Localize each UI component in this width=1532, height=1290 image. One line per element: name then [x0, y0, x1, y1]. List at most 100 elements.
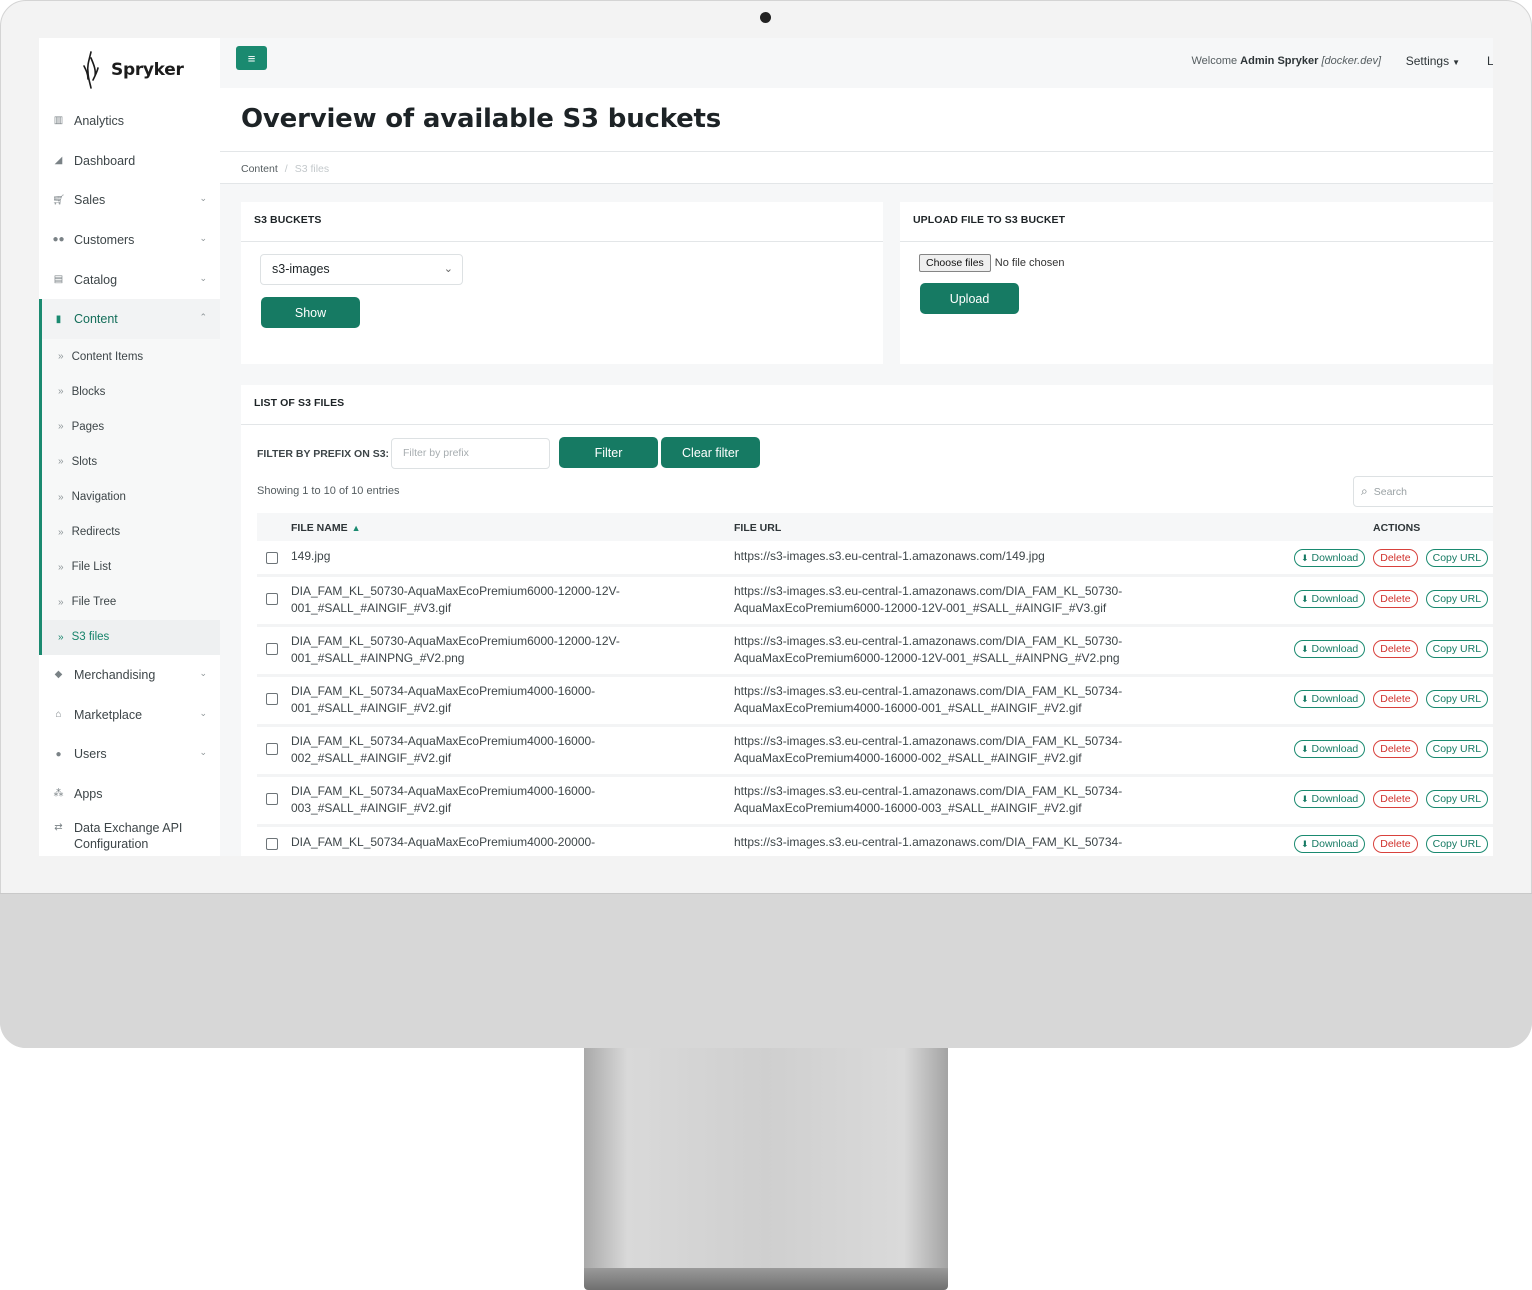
- row-checkbox[interactable]: [266, 693, 278, 705]
- sidebar-item-merchandising[interactable]: ◆ Merchandising ⌄: [39, 655, 220, 695]
- copy-url-button[interactable]: Copy URL: [1425, 640, 1489, 658]
- table-search-input[interactable]: ⌕ Search: [1353, 476, 1493, 507]
- sidebar-item-dashboard[interactable]: ◢ Dashboard: [39, 141, 220, 181]
- upload-button[interactable]: Upload: [920, 283, 1019, 314]
- download-button[interactable]: ⬇ Download: [1294, 590, 1366, 608]
- double-chevron-icon: »: [58, 491, 64, 503]
- row-checkbox[interactable]: [266, 593, 278, 605]
- settings-dropdown[interactable]: Settings ▼: [1406, 54, 1460, 68]
- row-checkbox[interactable]: [266, 743, 278, 755]
- sidebar-item-label: Data Exchange API Configuration: [74, 820, 183, 851]
- download-icon: ⬇: [1301, 743, 1309, 754]
- download-icon: ⬇: [1301, 552, 1309, 563]
- clear-filter-button[interactable]: Clear filter: [661, 437, 760, 468]
- table-row: DIA_FAM_KL_50730-AquaMaxEcoPremium6000-1…: [257, 577, 1493, 627]
- sidebar-item-customers[interactable]: ●● Customers ⌄: [39, 220, 220, 260]
- file-name-line: 001_#SALL_#AINGIF_#V2.gif: [291, 700, 452, 715]
- logout-link[interactable]: L: [1487, 54, 1493, 68]
- delete-button[interactable]: Delete: [1373, 690, 1418, 708]
- download-button-label: Download: [1311, 552, 1359, 564]
- file-url-cell[interactable]: https://s3-images.s3.eu-central-1.amazon…: [734, 683, 1194, 716]
- file-name-line: DIA_FAM_KL_50730-AquaMaxEcoPremium6000-1…: [291, 584, 620, 598]
- col-file-name[interactable]: FILE NAME ▲: [291, 522, 361, 534]
- filter-button[interactable]: Filter: [559, 437, 658, 468]
- download-button[interactable]: ⬇ Download: [1294, 549, 1366, 567]
- apps-icon: ⁂: [53, 788, 64, 800]
- sidebar-subitem-file-list[interactable]: » File List: [42, 550, 220, 585]
- copy-url-button[interactable]: Copy URL: [1425, 740, 1489, 758]
- delete-button[interactable]: Delete: [1373, 835, 1418, 853]
- sidebar-item-users[interactable]: ● Users ⌄: [39, 734, 220, 774]
- sidebar-item-data-exchange[interactable]: ⇄ Data Exchange API Configuration: [39, 814, 220, 856]
- download-button[interactable]: ⬇ Download: [1294, 835, 1366, 853]
- file-url-cell[interactable]: https://s3-images.s3.eu-central-1.amazon…: [734, 633, 1194, 666]
- sidebar-subitem-navigation[interactable]: » Navigation: [42, 480, 220, 515]
- bank-icon: ⌂: [55, 709, 62, 720]
- sidebar-item-catalog[interactable]: ▤ Catalog ⌄: [39, 260, 220, 300]
- copy-url-button[interactable]: Copy URL: [1425, 590, 1489, 608]
- filter-prefix-input[interactable]: Filter by prefix: [391, 438, 550, 469]
- hamburger-icon: ≡: [247, 50, 256, 66]
- sidebar-subitem-s3-files[interactable]: » S3 files: [42, 619, 220, 655]
- delete-button[interactable]: Delete: [1373, 640, 1418, 658]
- delete-button[interactable]: Delete: [1373, 549, 1418, 567]
- sidebar-subitem-content-items[interactable]: » Content Items: [42, 339, 220, 374]
- row-checkbox[interactable]: [266, 838, 278, 850]
- download-button-label: Download: [1311, 743, 1359, 755]
- delete-button[interactable]: Delete: [1373, 790, 1418, 808]
- file-url-cell[interactable]: https://s3-images.s3.eu-central-1.amazon…: [734, 548, 1194, 565]
- breadcrumb-content[interactable]: Content: [241, 163, 278, 175]
- row-checkbox[interactable]: [266, 793, 278, 805]
- file-url-cell[interactable]: https://s3-images.s3.eu-central-1.amazon…: [734, 783, 1194, 816]
- copy-url-button[interactable]: Copy URL: [1425, 790, 1489, 808]
- file-url-cell[interactable]: https://s3-images.s3.eu-central-1.amazon…: [734, 834, 1194, 851]
- download-button[interactable]: ⬇ Download: [1294, 640, 1366, 658]
- sidebar-item-label: Apps: [74, 786, 103, 801]
- row-checkbox[interactable]: [266, 643, 278, 655]
- sidebar-item-apps[interactable]: ⁂ Apps: [39, 774, 220, 814]
- sidebar-subitem-slots[interactable]: » Slots: [42, 444, 220, 479]
- sidebar-subitem-redirects[interactable]: » Redirects: [42, 515, 220, 550]
- file-input[interactable]: Choose files No file chosen: [919, 254, 1065, 272]
- copy-url-button[interactable]: Copy URL: [1425, 549, 1489, 567]
- download-icon: ⬇: [1301, 793, 1309, 804]
- file-name-line: DIA_FAM_KL_50730-AquaMaxEcoPremium6000-1…: [291, 634, 620, 648]
- show-button[interactable]: Show: [261, 297, 360, 328]
- delete-button[interactable]: Delete: [1373, 740, 1418, 758]
- download-button[interactable]: ⬇ Download: [1294, 690, 1366, 708]
- download-button[interactable]: ⬇ Download: [1294, 740, 1366, 758]
- row-checkbox[interactable]: [266, 552, 278, 564]
- file-name-line: 001_#SALL_#AINPNG_#V2.png: [291, 650, 465, 665]
- sidebar-item-analytics[interactable]: ▥ Analytics: [39, 101, 220, 141]
- sidebar-nav: ▥ Analytics ◢ Dashboard 🛒︎ Sales ⌄ ●● Cu…: [39, 101, 220, 856]
- chevron-up-icon: ⌃: [199, 312, 207, 323]
- file-name-cell: DIA_FAM_KL_50730-AquaMaxEcoPremium6000-1…: [291, 583, 711, 616]
- choose-files-button[interactable]: Choose files: [919, 254, 991, 272]
- copy-url-button[interactable]: Copy URL: [1425, 690, 1489, 708]
- file-url-line: https://s3-images.s3.eu-central-1.amazon…: [734, 784, 1123, 798]
- file-url-cell[interactable]: https://s3-images.s3.eu-central-1.amazon…: [734, 733, 1194, 766]
- delete-button[interactable]: Delete: [1373, 590, 1418, 608]
- hamburger-menu-button[interactable]: ≡: [236, 46, 267, 70]
- file-url-cell[interactable]: https://s3-images.s3.eu-central-1.amazon…: [734, 583, 1194, 616]
- copy-url-button-label: Copy URL: [1432, 793, 1482, 805]
- bucket-select[interactable]: s3-images ⌄: [260, 254, 463, 285]
- sidebar-item-marketplace[interactable]: ⌂ Marketplace ⌄: [39, 695, 220, 735]
- sidebar-subitem-pages[interactable]: » Pages: [42, 409, 220, 444]
- delete-button-label: Delete: [1380, 793, 1411, 805]
- file-name-line: 001_#SALL_#AINGIF_#V3.gif: [291, 600, 452, 615]
- col-actions: ACTIONS: [1373, 522, 1421, 534]
- copy-url-button[interactable]: Copy URL: [1425, 835, 1489, 853]
- sidebar-item-sales[interactable]: 🛒︎ Sales ⌄: [39, 180, 220, 220]
- sidebar-subitem-file-tree[interactable]: » File Tree: [42, 585, 220, 620]
- row-actions: ⬇ Download Delete Copy URL: [1294, 640, 1489, 658]
- brand-logo[interactable]: Spryker: [77, 50, 184, 90]
- table-header: FILE NAME ▲ FILE URL ACTIONS: [257, 513, 1493, 541]
- brand-name: Spryker: [111, 60, 184, 80]
- file-name-line: DIA_FAM_KL_50734-AquaMaxEcoPremium4000-1…: [291, 684, 596, 698]
- sidebar-item-content[interactable]: ▮ Content ⌃: [39, 299, 220, 340]
- col-file-url: FILE URL: [734, 522, 782, 534]
- sidebar-subitem-blocks[interactable]: » Blocks: [42, 374, 220, 409]
- download-button[interactable]: ⬇ Download: [1294, 790, 1366, 808]
- sidebar-item-label: Sales: [74, 193, 106, 208]
